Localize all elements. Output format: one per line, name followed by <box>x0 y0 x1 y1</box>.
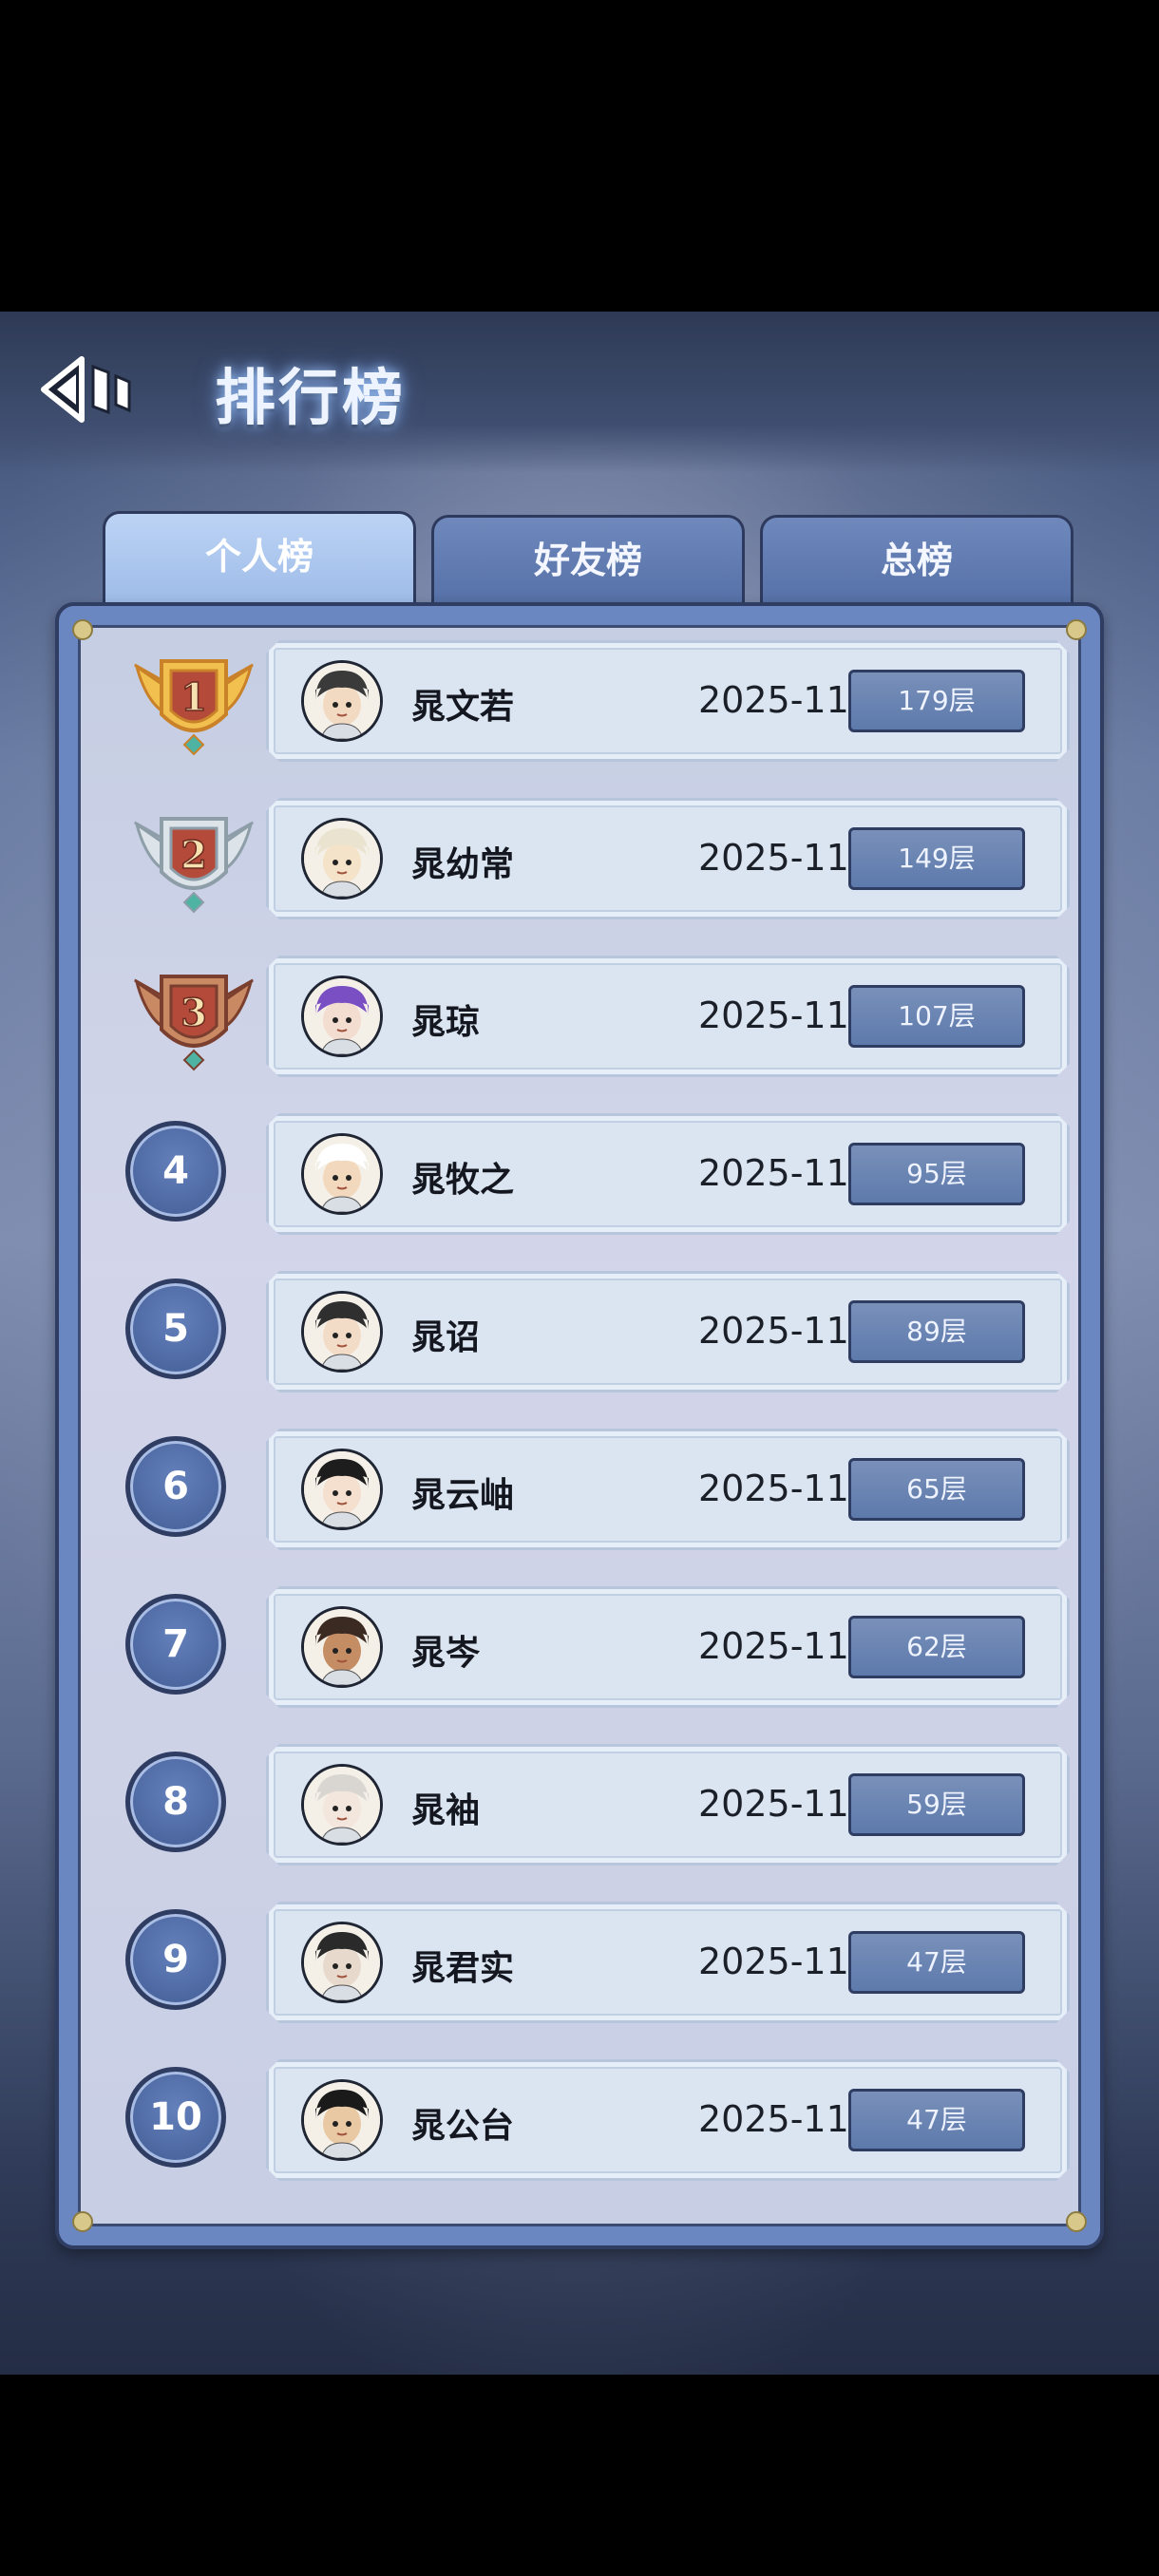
rank-number: 2 <box>180 833 207 878</box>
ranking-row[interactable]: 10 晁公台 2025-11-13 47层 <box>59 2052 1108 2185</box>
rank-number: 3 <box>180 991 207 1035</box>
rank-medal-icon: 1 <box>127 648 260 762</box>
player-card[interactable]: 晁公台 2025-11-13 47层 <box>266 2059 1070 2181</box>
floor-badge: 59层 <box>848 1773 1025 1836</box>
tab-bar: 个人榜 好友榜 总榜 <box>103 511 1074 606</box>
back-button[interactable] <box>38 351 142 427</box>
rank-number: 4 <box>125 1121 226 1222</box>
player-name: 晁公台 <box>411 2107 515 2146</box>
player-card[interactable]: 晁袖 2025-11-13 59层 <box>266 1744 1070 1866</box>
avatar[interactable] <box>301 1606 383 1688</box>
rank-medal-icon: 3 <box>127 963 260 1077</box>
player-card[interactable]: 晁牧之 2025-11-13 95层 <box>266 1113 1070 1235</box>
floor-badge: 62层 <box>848 1616 1025 1678</box>
player-card[interactable]: 晁云岫 2025-11-13 65层 <box>266 1429 1070 1550</box>
tab-friends[interactable]: 好友榜 <box>431 515 745 606</box>
ranking-row[interactable]: 5 晁诏 2025-11-13 89层 <box>59 1263 1108 1396</box>
avatar[interactable] <box>301 818 383 900</box>
player-name: 晁诏 <box>411 1318 481 1357</box>
back-arrow-icon <box>41 356 131 423</box>
ranking-row[interactable]: 8 晁袖 2025-11-13 59层 <box>59 1736 1108 1869</box>
tab-personal[interactable]: 个人榜 <box>103 511 416 606</box>
avatar[interactable] <box>301 1922 383 2003</box>
avatar[interactable] <box>301 975 383 1057</box>
ranking-row[interactable]: 6 晁云岫 2025-11-13 65层 <box>59 1421 1108 1554</box>
avatar[interactable] <box>301 1449 383 1530</box>
player-card[interactable]: 晁岑 2025-11-13 62层 <box>266 1586 1070 1708</box>
player-name: 晁牧之 <box>411 1161 515 1200</box>
avatar[interactable] <box>301 1764 383 1846</box>
tab-overall[interactable]: 总榜 <box>760 515 1074 606</box>
rank-number: 6 <box>125 1436 226 1537</box>
player-name: 晁琼 <box>411 1003 481 1042</box>
floor-badge: 65层 <box>848 1458 1025 1521</box>
player-card[interactable]: 晁诏 2025-11-13 89层 <box>266 1271 1070 1392</box>
floor-badge: 107层 <box>848 985 1025 1048</box>
player-name: 晁云岫 <box>411 1476 515 1515</box>
ranking-row[interactable]: 4 晁牧之 2025-11-13 95层 <box>59 1106 1108 1239</box>
avatar[interactable] <box>301 2079 383 2161</box>
player-name: 晁文若 <box>411 688 515 727</box>
floor-badge: 89层 <box>848 1300 1025 1363</box>
ranking-row[interactable]: 1 晁文若 2025-11-13 179层 <box>59 633 1108 766</box>
rank-number: 5 <box>125 1279 226 1379</box>
floor-badge: 95层 <box>848 1143 1025 1205</box>
rank-number: 7 <box>125 1594 226 1695</box>
floor-badge: 47层 <box>848 2089 1025 2151</box>
avatar[interactable] <box>301 1291 383 1373</box>
player-card[interactable]: 晁文若 2025-11-13 179层 <box>266 640 1070 762</box>
rank-number: 1 <box>180 675 207 720</box>
player-name: 晁君实 <box>411 1949 515 1988</box>
player-card[interactable]: 晁君实 2025-11-13 47层 <box>266 1902 1070 2023</box>
ranking-row[interactable]: 7 晁岑 2025-11-13 62层 <box>59 1579 1108 1712</box>
page-title: 排行榜 <box>215 364 406 434</box>
player-card[interactable]: 晁琼 2025-11-13 107层 <box>266 956 1070 1077</box>
avatar[interactable] <box>301 1133 383 1215</box>
player-name: 晁幼常 <box>411 845 515 884</box>
rank-number: 10 <box>125 2067 226 2168</box>
floor-badge: 179层 <box>848 670 1025 732</box>
rank-number: 9 <box>125 1909 226 2010</box>
ranking-panel: 1 晁文若 2025-11-13 179层 2 晁幼常 2025-11-13 1… <box>55 602 1104 2249</box>
panel-corner-ornament <box>1066 2211 1087 2232</box>
floor-badge: 149层 <box>848 827 1025 890</box>
floor-badge: 47层 <box>848 1931 1025 1994</box>
ranking-row[interactable]: 9 晁君实 2025-11-13 47层 <box>59 1894 1108 2027</box>
header-bar <box>0 312 1159 473</box>
rank-medal-icon: 2 <box>127 805 260 919</box>
leaderboard-screen: 排行榜 个人榜 好友榜 总榜 1 晁文若 2025-11-13 179层 2 晁… <box>0 312 1159 2375</box>
player-name: 晁袖 <box>411 1791 481 1830</box>
ranking-row[interactable]: 3 晁琼 2025-11-13 107层 <box>59 948 1108 1081</box>
avatar[interactable] <box>301 660 383 742</box>
ranking-row[interactable]: 2 晁幼常 2025-11-13 149层 <box>59 790 1108 923</box>
panel-corner-ornament <box>72 2211 93 2232</box>
rank-number: 8 <box>125 1752 226 1852</box>
player-card[interactable]: 晁幼常 2025-11-13 149层 <box>266 798 1070 919</box>
player-name: 晁岑 <box>411 1634 481 1673</box>
